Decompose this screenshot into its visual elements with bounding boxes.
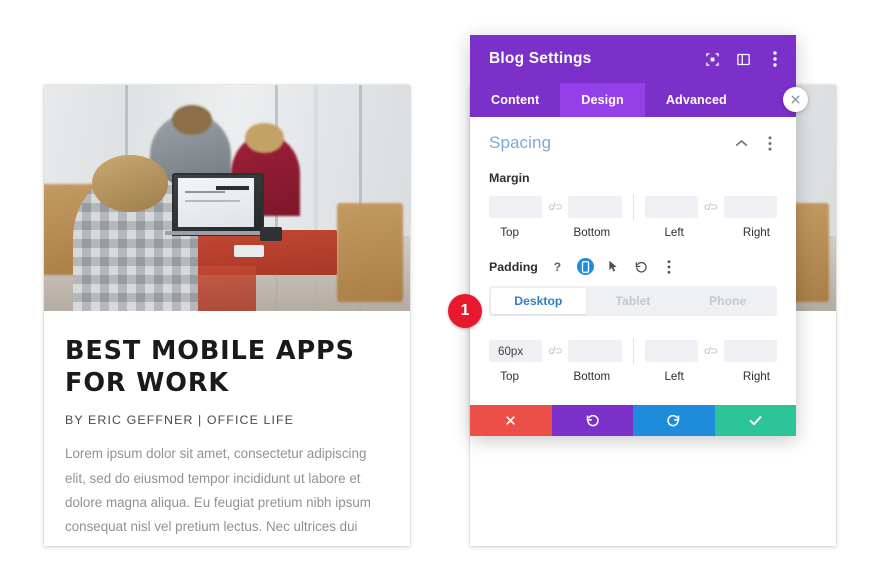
blog-settings-panel: Blog Settings Content Design Advanced Sp… [448,35,808,436]
padding-inputs-row: c/⊃ c/⊃ [489,338,777,364]
panel-body: Spacing Margin c/⊃ c/⊃ Top Bottom Left R… [470,117,796,405]
margin-inputs-row: c/⊃ c/⊃ [489,194,777,220]
annotation-badge-1: 1 [448,294,482,328]
post-byline: BY ERIC GEFFNER | OFFICE LIFE [65,413,295,428]
padding-label: Padding [489,259,538,274]
margin-link-tb-icon[interactable]: c/⊃ [542,202,568,213]
padding-field-labels: Top Bottom Left Right [489,370,777,383]
padding-label-left: Left [664,370,684,383]
redo-button[interactable] [633,405,715,436]
device-option-tablet[interactable]: Tablet [586,288,681,314]
margin-label-right: Right [742,226,770,239]
padding-bottom-input[interactable] [568,340,622,362]
save-button[interactable] [714,405,796,436]
padding-link-tb-icon[interactable]: c/⊃ [542,346,568,357]
device-option-desktop[interactable]: Desktop [491,288,586,314]
help-icon[interactable]: ? [549,258,566,275]
close-panel-button[interactable] [783,87,808,112]
panel-title: Blog Settings [489,50,592,67]
blog-post-card-original: BEST MOBILE APPS FOR WORK BY ERIC GEFFNE… [44,85,410,546]
margin-link-lr-icon[interactable]: c/⊃ [698,202,724,213]
post-title: BEST MOBILE APPS FOR WORK [65,336,355,399]
margin-label: Margin [489,171,530,185]
tab-advanced[interactable]: Advanced [645,83,748,117]
reset-undo-icon[interactable] [633,258,650,275]
focus-target-icon[interactable] [705,52,720,67]
padding-header-row: Padding ? [489,258,777,275]
margin-left-input[interactable] [644,196,698,218]
tab-content[interactable]: Content [470,83,560,117]
section-title-spacing: Spacing [489,133,552,152]
padding-link-lr-icon[interactable]: c/⊃ [698,346,724,357]
section-kebab-menu-icon[interactable] [762,135,777,151]
padding-left-input[interactable] [644,340,698,362]
post-featured-image [44,85,410,311]
post-excerpt: Lorem ipsum dolor sit amet, consectetur … [65,446,372,546]
margin-right-input[interactable] [723,196,777,218]
panel-header-icons [705,51,782,67]
padding-kebab-menu-icon[interactable] [661,258,678,275]
padding-right-input[interactable] [723,340,777,362]
panel-tabs: Content Design Advanced [470,83,796,117]
device-toggle-group: Desktop Tablet Phone [489,286,777,316]
spacing-section-header: Spacing [489,133,777,153]
cursor-pointer-icon[interactable] [605,258,622,275]
margin-top-input[interactable] [489,196,543,218]
panel-header: Blog Settings [470,35,796,83]
padding-divider [632,338,634,364]
margin-field-labels: Top Bottom Left Right [489,226,777,239]
padding-label-bottom: Bottom [573,370,611,383]
margin-label-left: Left [664,226,684,239]
panel-action-bar [470,405,796,436]
margin-label-bottom: Bottom [573,226,611,239]
undo-button[interactable] [551,405,633,436]
cancel-button[interactable] [470,405,552,436]
margin-label-top: Top [500,226,519,239]
tab-design[interactable]: Design [560,83,645,117]
chevron-up-icon[interactable] [734,136,749,151]
post-text-block: BEST MOBILE APPS FOR WORK BY ERIC GEFFNE… [44,311,410,546]
padding-label-right: Right [742,370,770,383]
section-tools [734,135,777,151]
kebab-menu-icon[interactable] [767,51,782,67]
padding-label-top: Top [500,370,519,383]
margin-bottom-input[interactable] [568,196,622,218]
padding-top-input[interactable] [489,340,543,362]
margin-divider [632,194,634,220]
device-option-phone[interactable]: Phone [680,288,775,314]
responsive-device-icon[interactable] [576,258,594,275]
layout-panel-icon[interactable] [736,52,751,67]
